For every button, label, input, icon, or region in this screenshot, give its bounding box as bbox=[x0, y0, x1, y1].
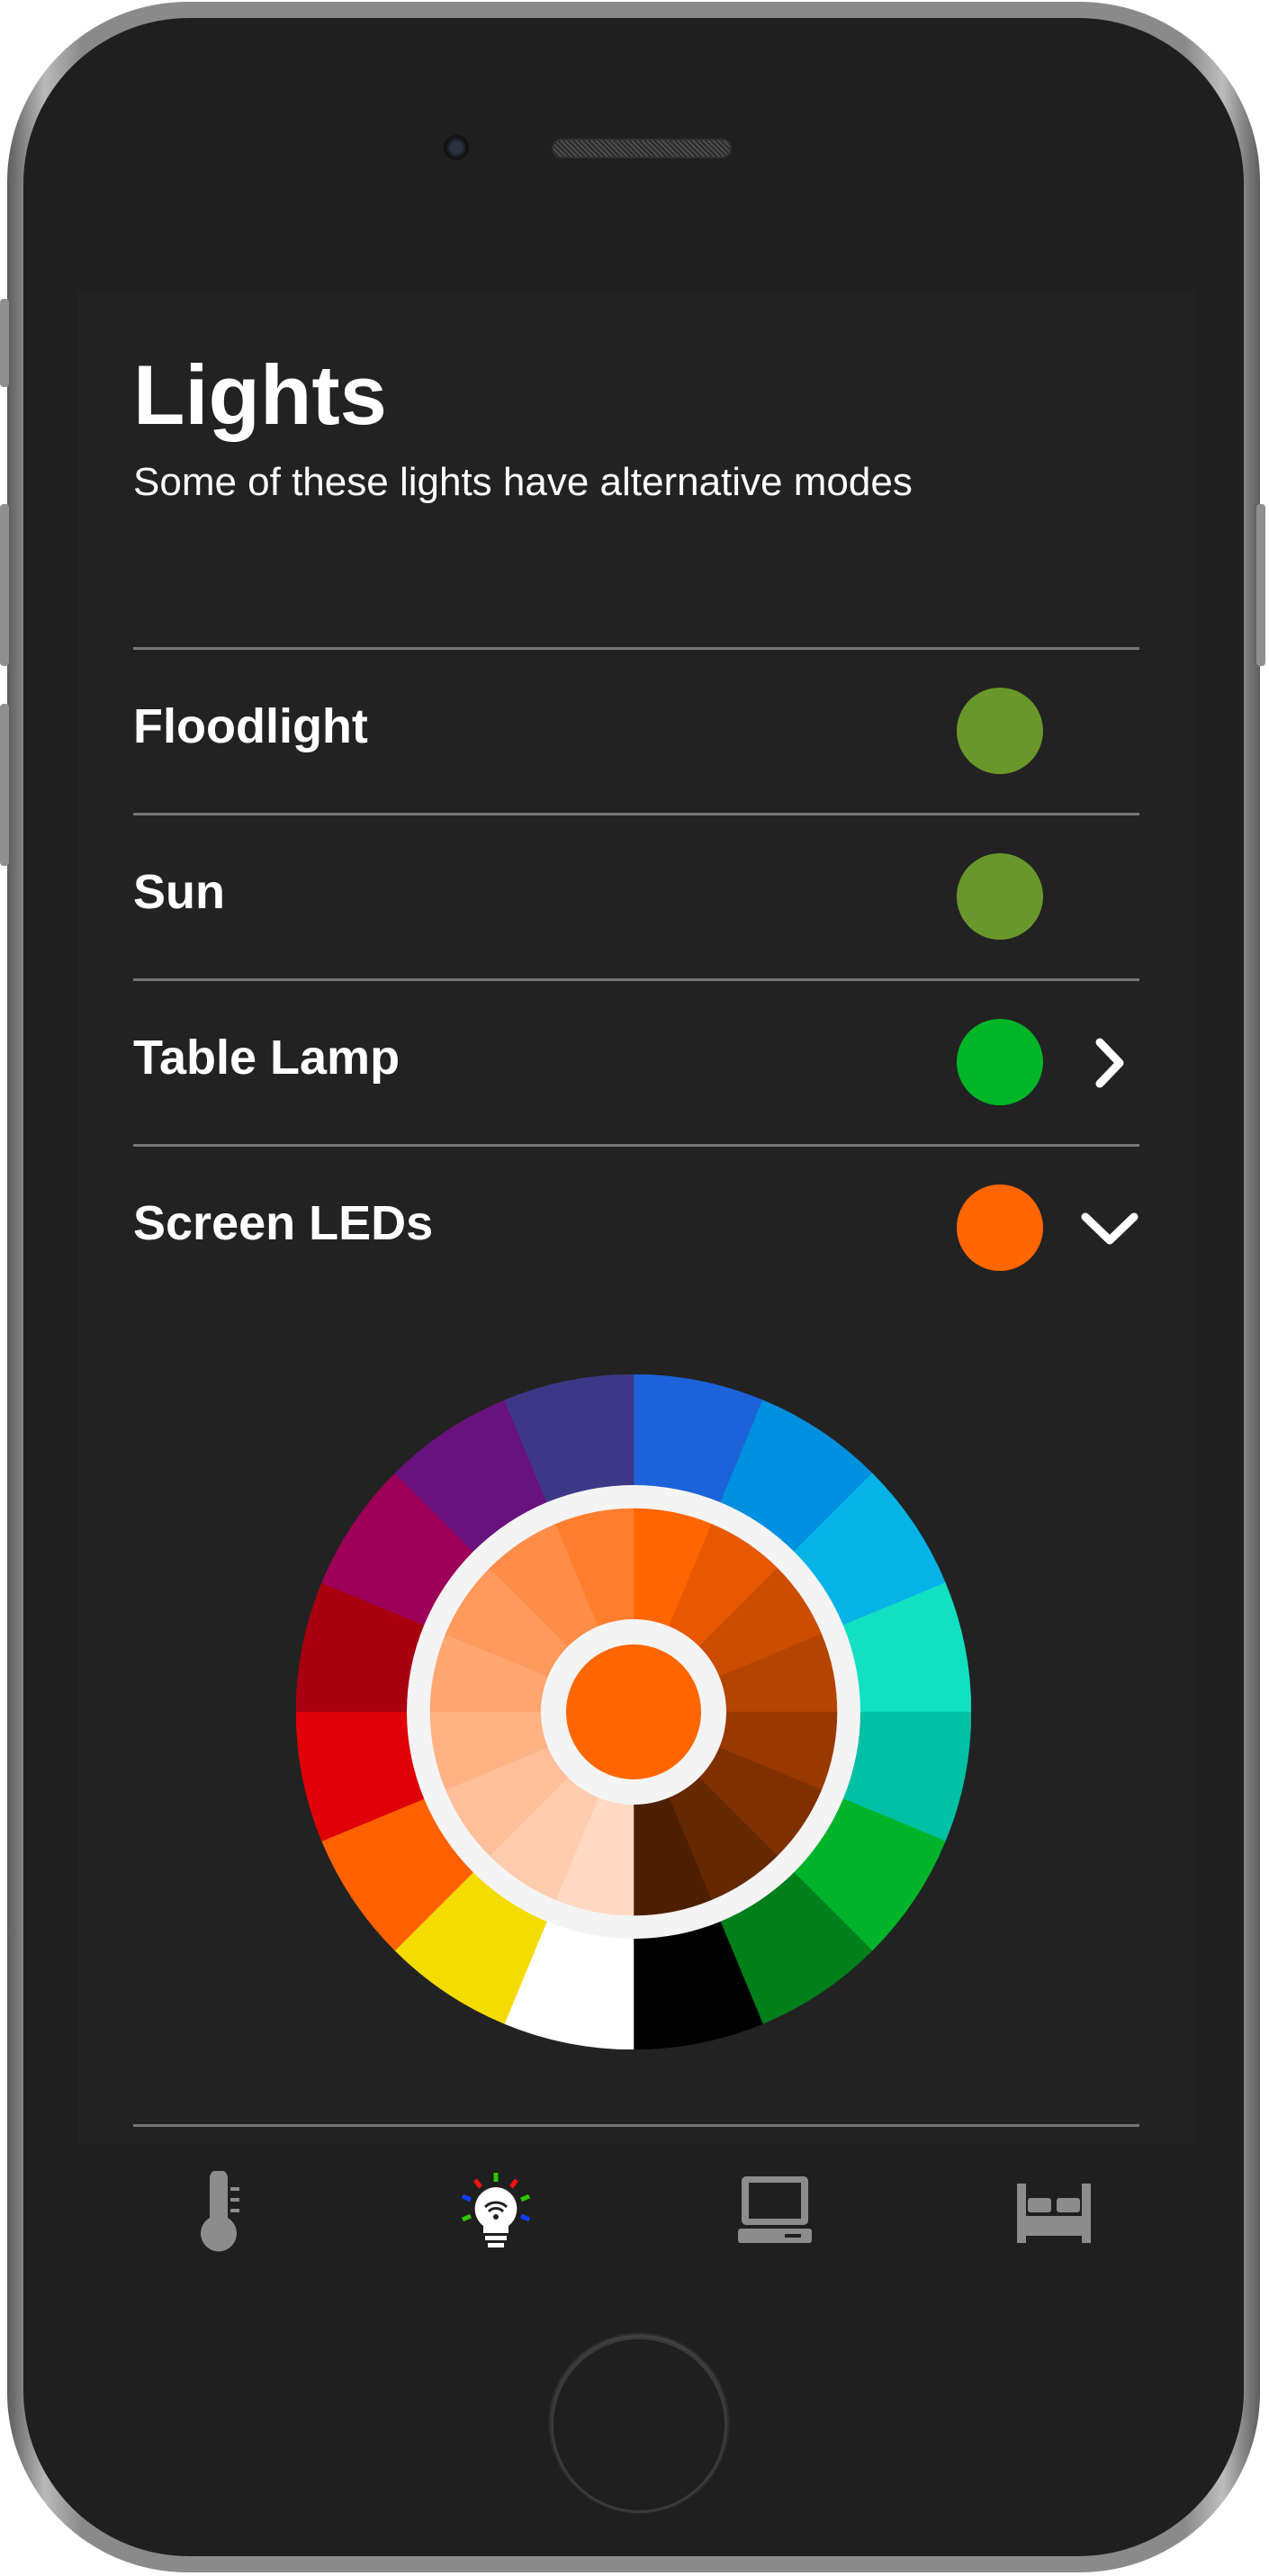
front-camera bbox=[444, 135, 469, 160]
light-color-swatch[interactable] bbox=[957, 1019, 1043, 1105]
light-row-floodlight[interactable]: Floodlight bbox=[133, 647, 1139, 813]
volume-up-button bbox=[0, 504, 9, 666]
bed-icon[interactable] bbox=[1013, 2171, 1094, 2252]
list-divider bbox=[133, 2124, 1139, 2127]
color-wheel[interactable] bbox=[296, 1374, 971, 2049]
light-name: Sun bbox=[133, 865, 225, 919]
computer-icon[interactable] bbox=[734, 2171, 815, 2252]
light-color-swatch[interactable] bbox=[957, 1184, 1043, 1271]
light-name: Table Lamp bbox=[133, 1031, 400, 1085]
tab-bar bbox=[77, 2144, 1195, 2279]
light-row-screen-leds[interactable]: Screen LEDs bbox=[133, 1144, 1139, 1310]
light-color-swatch[interactable] bbox=[957, 853, 1043, 940]
light-name: Floodlight bbox=[133, 699, 368, 753]
earpiece-speaker bbox=[552, 139, 732, 158]
light-row-table-lamp[interactable]: Table Lamp bbox=[133, 978, 1139, 1144]
thermometer-icon[interactable] bbox=[176, 2171, 257, 2252]
page-title: Lights bbox=[133, 347, 387, 442]
chevron-right-icon[interactable] bbox=[1080, 1033, 1139, 1093]
selected-color-swatch bbox=[566, 1644, 701, 1779]
lights-list: Floodlight Sun Table Lamp Screen LEDs bbox=[133, 647, 1139, 1310]
power-button bbox=[1256, 504, 1265, 666]
light-row-sun[interactable]: Sun bbox=[133, 813, 1139, 978]
page-subtitle: Some of these lights have alternative mo… bbox=[133, 460, 913, 504]
phone-frame: Lights Some of these lights have alterna… bbox=[0, 2, 1265, 2572]
home-button[interactable] bbox=[551, 2337, 727, 2513]
mute-switch bbox=[0, 299, 9, 387]
chevron-down-icon[interactable] bbox=[1080, 1199, 1139, 1258]
volume-down-button bbox=[0, 704, 9, 866]
lightbulb-icon[interactable] bbox=[455, 2171, 536, 2252]
app-screen: Lights Some of these lights have alterna… bbox=[77, 292, 1195, 2279]
light-color-swatch[interactable] bbox=[957, 688, 1043, 774]
light-name: Screen LEDs bbox=[133, 1196, 434, 1250]
